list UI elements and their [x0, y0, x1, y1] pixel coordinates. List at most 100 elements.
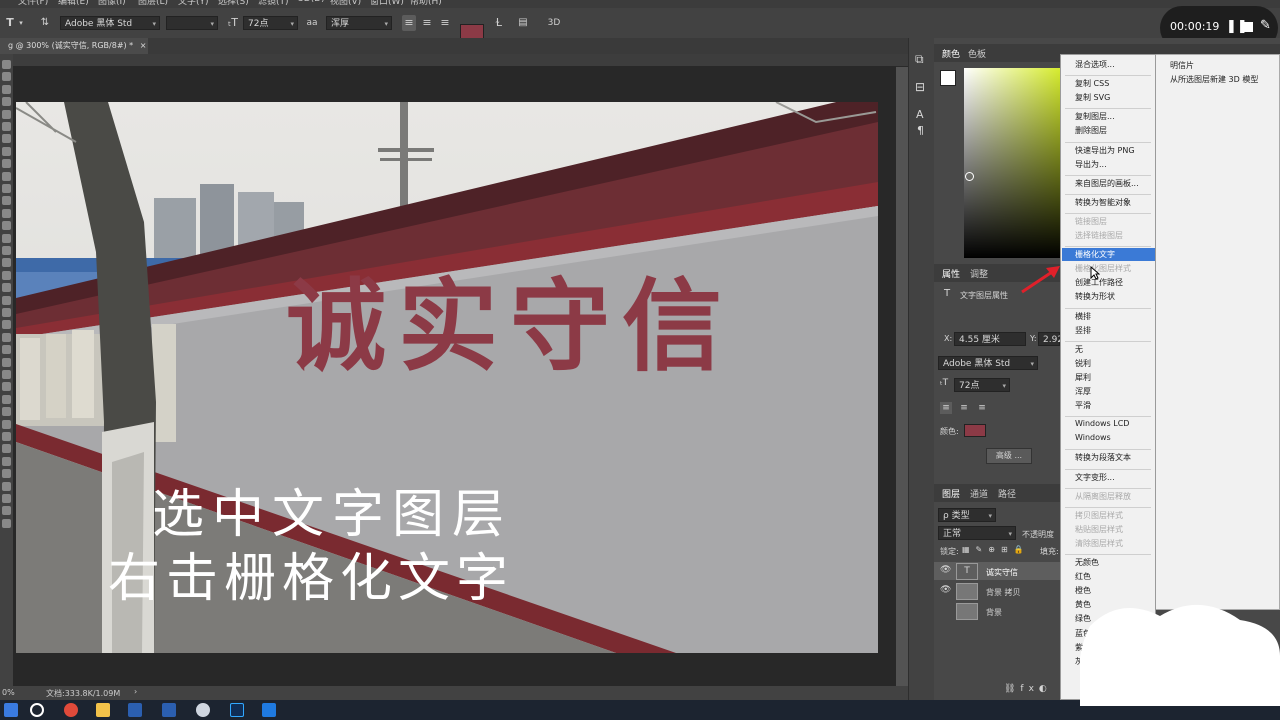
menu-item[interactable]: 快速导出为 PNG [1075, 145, 1135, 156]
menu-item[interactable]: 横排 [1075, 311, 1091, 322]
layer-kind-filter[interactable]: ρ 类型 ▾ [938, 508, 996, 522]
tool-icon[interactable] [2, 345, 11, 355]
tab-color[interactable]: 颜色 [942, 47, 960, 60]
tool-icon[interactable] [2, 444, 11, 454]
tool-icon[interactable] [2, 72, 11, 82]
tab-layers[interactable]: 图层 [942, 487, 960, 500]
tool-icon[interactable] [2, 320, 11, 330]
tool-icon[interactable] [2, 258, 11, 268]
text-color-swatch[interactable] [460, 24, 484, 39]
tool-icon[interactable] [2, 518, 11, 528]
tool-icon[interactable] [2, 246, 11, 255]
menu-item[interactable]: 复制 SVG [1075, 92, 1110, 103]
tool-icon[interactable] [2, 97, 11, 107]
menu-item[interactable]: 橙色 [1075, 585, 1091, 596]
menu-8[interactable]: 视图(V) [330, 0, 361, 7]
props-color-swatch[interactable] [964, 424, 986, 437]
menu-2[interactable]: 图像(I) [98, 0, 126, 7]
recorder-icon[interactable] [262, 703, 276, 717]
menu-item[interactable]: 栅格化文字 [1075, 249, 1115, 260]
tab-adjustments[interactable]: 调整 [970, 267, 988, 280]
menu-item[interactable]: 混合选项... [1075, 59, 1115, 70]
tool-icon[interactable] [2, 295, 11, 305]
tool-icon[interactable] [2, 469, 11, 479]
tool-icon[interactable] [2, 196, 11, 206]
tool-icon[interactable] [2, 494, 11, 503]
lock-icons[interactable]: ▦✎⊕⊞🔒 [962, 545, 1030, 554]
menu-item[interactable]: 文字变形... [1075, 472, 1115, 483]
tool-icon[interactable] [2, 270, 11, 280]
foreground-color-swatch[interactable] [940, 70, 956, 86]
menu-item[interactable]: 浑厚 [1075, 386, 1091, 397]
props-align-right-icon[interactable]: ≡ [976, 402, 988, 414]
type-tool-icon[interactable]: T [4, 15, 16, 31]
layer-footer-icons[interactable]: ⛓fx◐ [1004, 684, 1052, 694]
props-align-left-icon[interactable]: ≡ [940, 402, 952, 414]
tool-icon[interactable] [2, 308, 11, 317]
font-family-select[interactable]: Adobe 黑体 Std ▾ [60, 16, 160, 30]
app-icon-3[interactable] [196, 703, 210, 717]
color-picker-field[interactable] [964, 68, 1060, 258]
tool-icon[interactable] [2, 382, 11, 392]
blend-mode-select[interactable]: 正常 ▾ [938, 526, 1016, 540]
props-font-family[interactable]: Adobe 黑体 Std ▾ [938, 356, 1038, 370]
tool-preset-dropdown-icon[interactable]: ▾ [18, 15, 24, 31]
visibility-eye-icon[interactable]: 👁 [940, 565, 951, 575]
photoshop-icon[interactable] [230, 703, 244, 717]
menu-item[interactable]: 来自图层的画板... [1075, 178, 1139, 189]
menu-item[interactable]: 复制图层... [1075, 111, 1115, 122]
history-icon[interactable]: ⧉ [915, 52, 924, 67]
character-icon[interactable]: A [916, 108, 924, 121]
align-right-icon[interactable]: ≡ [438, 15, 452, 31]
tab-paths[interactable]: 路径 [998, 487, 1016, 500]
menu-item[interactable]: Windows LCD [1075, 419, 1129, 428]
tool-icon[interactable] [2, 184, 11, 193]
tool-icon[interactable] [2, 419, 11, 429]
tool-icon[interactable] [2, 370, 11, 379]
menu-0[interactable]: 文件(F) [18, 0, 48, 7]
x-position-field[interactable]: 4.55 厘米 [954, 332, 1026, 346]
tool-icon[interactable] [2, 394, 11, 404]
tool-icon[interactable] [2, 407, 11, 417]
tool-icon[interactable] [2, 332, 11, 342]
app-icon-2[interactable] [162, 703, 176, 717]
color-picker-cursor[interactable] [965, 172, 974, 181]
start-icon[interactable] [4, 703, 18, 717]
app-icon[interactable] [128, 703, 142, 717]
tool-icon[interactable] [2, 481, 11, 491]
tool-icon[interactable] [2, 283, 11, 293]
menu-item[interactable]: 转换为形状 [1075, 291, 1115, 302]
menu-item[interactable]: 无 [1075, 344, 1083, 355]
menu-item[interactable]: 导出为... [1075, 159, 1107, 170]
tool-icon[interactable] [2, 60, 11, 69]
tool-icon[interactable] [2, 208, 11, 218]
folder-icon[interactable] [96, 703, 110, 717]
tool-icon[interactable] [2, 109, 11, 119]
y-position-field[interactable]: 2.92 [1038, 332, 1063, 346]
status-arrow-icon[interactable]: › [134, 687, 137, 696]
tool-icon[interactable] [2, 146, 11, 156]
paragraph-icon[interactable]: ¶ [917, 124, 924, 137]
close-tab-icon[interactable]: × [140, 41, 147, 50]
tool-icon[interactable] [2, 84, 11, 94]
props-align-center-icon[interactable]: ≡ [958, 402, 970, 414]
3d-button[interactable]: 3D [545, 15, 563, 31]
tool-icon[interactable] [2, 233, 11, 243]
properties-icon[interactable]: ⊟ [915, 80, 925, 94]
font-size-select[interactable]: 72点 ▾ [243, 16, 298, 30]
menu-9[interactable]: 窗口(W) [370, 0, 404, 7]
tool-icon[interactable] [2, 221, 11, 231]
chrome-icon[interactable] [64, 703, 78, 717]
visibility-eye-icon[interactable]: 👁 [940, 585, 951, 595]
tool-icon[interactable] [2, 171, 11, 181]
tool-icon[interactable] [2, 159, 11, 169]
layer-row-bg[interactable]: 背景 [934, 602, 1060, 620]
tab-swatches[interactable]: 色板 [968, 47, 986, 60]
menu-3[interactable]: 图层(L) [138, 0, 168, 7]
menu-item[interactable]: 转换为智能对象 [1075, 197, 1131, 208]
menu-item[interactable]: 无颜色 [1075, 557, 1099, 568]
menu-item-postcard[interactable]: 明信片 [1170, 60, 1194, 71]
menu-item[interactable]: 竖排 [1075, 325, 1091, 336]
menu-7[interactable]: 3D(D) [298, 0, 325, 4]
props-font-size[interactable]: 72点 ▾ [954, 378, 1010, 392]
